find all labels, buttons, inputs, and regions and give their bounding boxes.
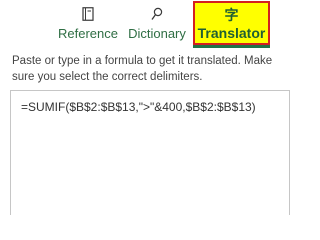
tab-dictionary[interactable]: Dictionary [126, 0, 188, 48]
translate-icon: 字 [224, 6, 239, 23]
formula-input[interactable]: =SUMIF($B$2:$B$13,">"&400,$B$2:$B$13) [10, 90, 290, 215]
book-icon [82, 5, 94, 23]
tab-reference[interactable]: Reference [58, 0, 118, 48]
formula-text: =SUMIF($B$2:$B$13,">"&400,$B$2:$B$13) [21, 100, 256, 114]
tab-translator-label: Translator [197, 25, 266, 41]
tab-translator[interactable]: 字 Translator [193, 1, 270, 45]
tab-bar: Reference Dictionary 字 Translator [0, 0, 300, 48]
search-icon [151, 5, 163, 23]
tab-reference-label: Reference [58, 26, 118, 41]
selected-tab-indicator [193, 45, 270, 48]
instructions-text: Paste or type in a formula to get it tra… [12, 55, 273, 83]
tab-dictionary-label: Dictionary [128, 26, 186, 41]
